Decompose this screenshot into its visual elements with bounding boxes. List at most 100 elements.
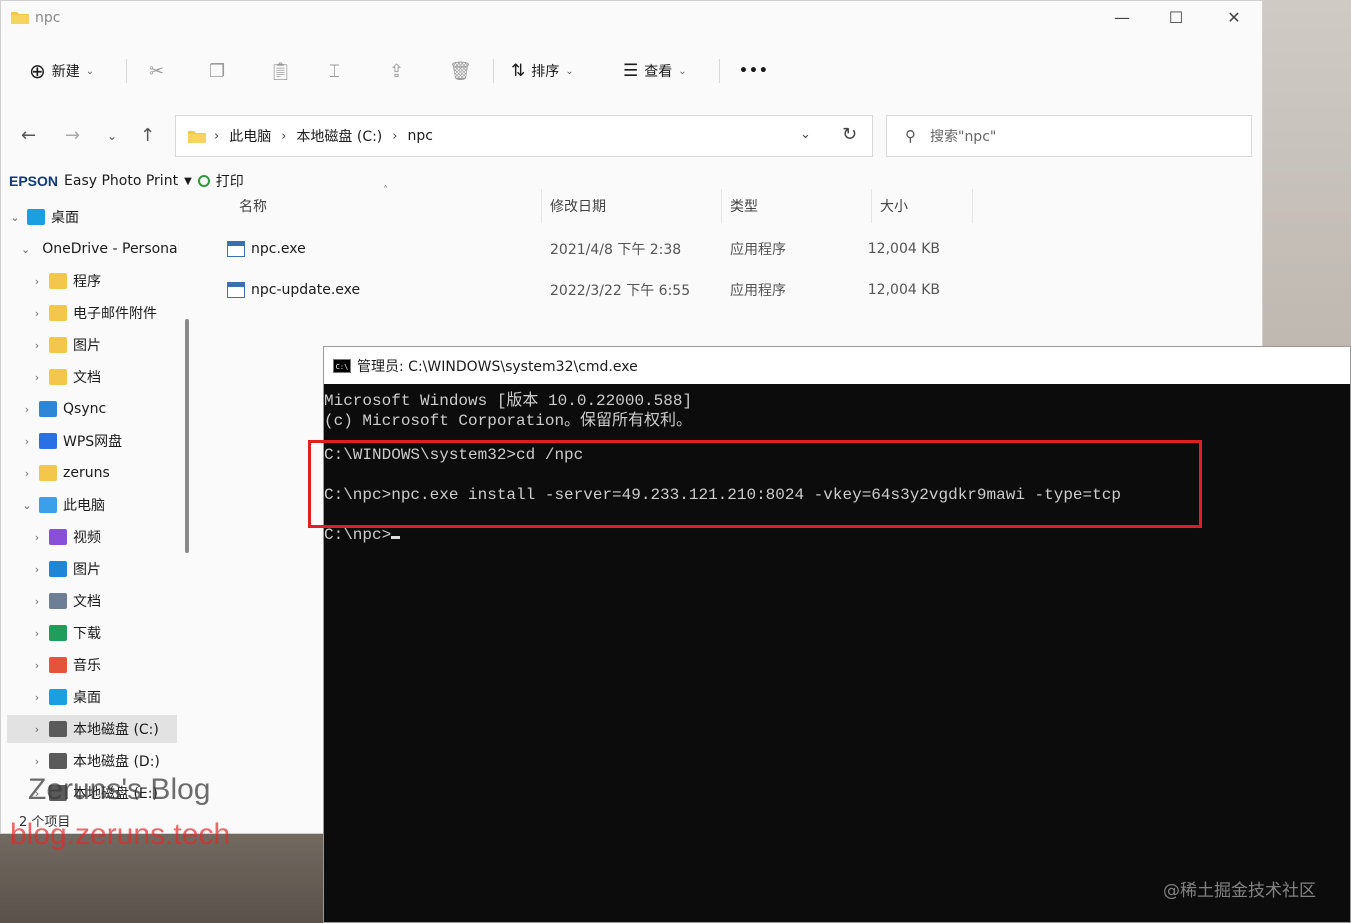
more-options-button[interactable]: ••• [739,49,769,93]
file-type: 应用程序 [730,242,786,258]
desktop-icon [49,689,67,705]
chevron-down-icon[interactable]: ⌄ [21,243,30,256]
recent-chevron-icon[interactable]: ⌄ [107,129,117,143]
download-icon [49,625,67,641]
sidebar-item[interactable]: › zeruns [1,459,179,487]
paste-button[interactable]: 📋︎ [269,49,292,93]
dropdown-triangle-icon[interactable]: ▼ [184,176,192,187]
sidebar-item[interactable]: › 文档 [1,363,179,391]
sidebar-item[interactable]: › 程序 [1,267,179,295]
forward-arrow-icon[interactable]: → [65,125,80,146]
copy-button[interactable]: ❐ [209,49,225,93]
sidebar-item[interactable]: ⌄ 桌面 [1,203,179,231]
chevron-right-icon[interactable]: › [31,339,43,352]
sidebar-item-label: 下载 [73,626,101,642]
folder-icon [11,12,29,24]
minimize-icon[interactable]: — [1107,7,1137,29]
cmd-titlebar[interactable]: C:\ 管理员: C:\WINDOWS\system32\cmd.exe [324,347,1350,384]
breadcrumb-npc[interactable]: npc [407,128,432,144]
chevron-right-icon[interactable]: › [31,371,43,384]
chevron-right-icon[interactable]: › [31,723,43,736]
sidebar-item[interactable]: › 本地磁盘 (C:) [7,715,177,743]
sidebar-item[interactable]: › Qsync [1,395,179,423]
sidebar-item[interactable]: › 图片 [1,555,179,583]
sort-button-label: 排序 [531,64,560,80]
drive-c-icon [49,721,67,737]
sidebar-item[interactable]: › 电子邮件附件 [1,299,179,327]
chevron-right-icon[interactable]: › [21,403,33,416]
chevron-down-icon[interactable]: ⌄ [21,499,33,512]
address-dropdown-icon[interactable]: ⌄ [800,127,811,142]
cut-button[interactable]: ✂ [149,49,164,93]
cmd-icon: C:\ [333,358,351,373]
sidebar-item-label: 本地磁盘 (D:) [73,754,160,770]
sort-button[interactable]: ⇅ 排序 ⌄ [511,49,574,93]
scissors-icon: ✂ [149,60,165,82]
close-icon[interactable]: ✕ [1219,7,1249,29]
column-divider[interactable] [541,189,542,223]
sidebar-item[interactable]: ⌄ OneDrive - Personal [1,235,179,263]
search-input[interactable]: ⚲ 搜索"npc" [886,115,1252,157]
sidebar-item[interactable]: › 本地磁盘 (D:) [1,747,179,775]
sidebar-item[interactable]: ⌄ 此电脑 [1,491,179,519]
chevron-right-icon[interactable]: › [31,691,43,704]
column-header-type[interactable]: 类型 [730,189,758,223]
search-icon: ⚲ [905,127,916,145]
folder-icon [49,337,67,353]
sidebar-item[interactable]: › 音乐 [1,651,179,679]
column-divider[interactable] [721,189,722,223]
file-name: npc.exe [251,241,306,257]
sidebar-scrollbar[interactable] [185,319,189,553]
new-button[interactable]: ⊕ 新建 ⌄ [29,49,94,93]
chevron-right-icon[interactable]: › [31,595,43,608]
sidebar-item[interactable]: › 下载 [1,619,179,647]
breadcrumb-this-pc[interactable]: 此电脑 [229,126,271,146]
explorer-titlebar[interactable]: npc — ☐ ✕ [1,1,1262,35]
file-row[interactable]: npc.exe 2021/4/8 下午 2:38 应用程序 12,004 KB [197,230,977,268]
chevron-right-icon[interactable]: › [31,531,43,544]
chevron-right-icon[interactable]: › [31,563,43,576]
column-header-name[interactable]: 名称 [239,189,267,223]
print-button[interactable]: 打印 [216,171,244,191]
column-header-date[interactable]: 修改日期 [550,189,606,223]
back-arrow-icon[interactable]: ← [21,125,36,146]
chevron-right-icon[interactable]: › [31,275,43,288]
rename-button[interactable]: ⌶ [329,49,340,93]
breadcrumb-drive-c[interactable]: 本地磁盘 (C:) [296,126,382,146]
file-size: 12,004 KB [867,282,940,298]
column-divider[interactable] [871,189,872,223]
sidebar-item-label: WPS网盘 [63,434,123,450]
chevron-down-icon[interactable]: ⌄ [9,211,21,224]
refresh-icon[interactable]: ↻ [842,124,857,145]
view-button[interactable]: ☰ 查看 ⌄ [623,49,687,93]
console-prompt: C:\npc> [324,526,392,544]
epson-toolbar: EPSON Easy Photo Print ▼ 打印 [9,171,244,191]
sidebar-item[interactable]: › 图片 [1,331,179,359]
delete-button[interactable]: 🗑︎ [449,49,472,93]
music-icon [49,657,67,673]
chevron-right-icon[interactable]: › [31,627,43,640]
column-header-size[interactable]: 大小 [880,189,908,223]
sidebar-item[interactable]: › 桌面 [1,683,179,711]
column-divider[interactable] [972,189,973,223]
sidebar-item-label: 文档 [73,594,101,610]
chevron-right-icon[interactable]: › [31,307,43,320]
chevron-right-icon[interactable]: › [21,435,33,448]
up-arrow-icon[interactable]: ↑ [140,125,155,146]
easy-photo-print-button[interactable]: Easy Photo Print [64,173,178,189]
chevron-right-icon[interactable]: › [31,755,43,768]
sidebar-item-label: 电子邮件附件 [73,306,157,322]
sidebar-item-label: 本地磁盘 (C:) [73,722,159,738]
cmd-window[interactable]: C:\ 管理员: C:\WINDOWS\system32\cmd.exe Mic… [323,346,1351,923]
sidebar-item[interactable]: › 文档 [1,587,179,615]
file-row[interactable]: npc-update.exe 2022/3/22 下午 6:55 应用程序 12… [197,271,977,309]
share-button[interactable]: ⇪ [389,49,404,93]
chevron-right-icon[interactable]: › [31,659,43,672]
sidebar-item[interactable]: › WPS网盘 [1,427,179,455]
chevron-right-icon[interactable]: › [21,467,33,480]
folder-icon [49,273,67,289]
epson-logo: EPSON [9,173,59,189]
maximize-icon[interactable]: ☐ [1161,7,1191,29]
sidebar-item[interactable]: › 视频 [1,523,179,551]
address-bar[interactable]: › 此电脑 › 本地磁盘 (C:) › npc ⌄ ↻ [175,115,873,157]
